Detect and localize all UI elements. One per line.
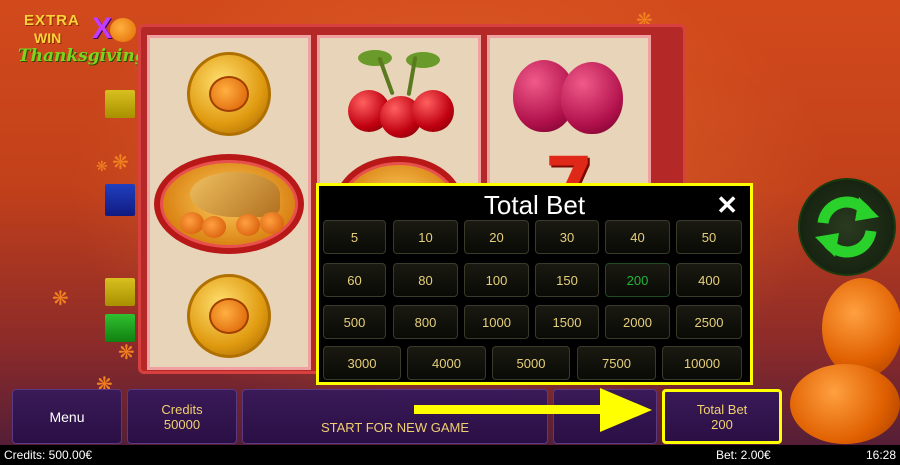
status-credits: Credits: 500.00€ xyxy=(4,448,93,462)
total-bet-label: Total Bet xyxy=(696,401,748,417)
bet-option[interactable]: 40 xyxy=(605,220,670,254)
bet-option[interactable]: 5 xyxy=(323,220,386,254)
bet-option[interactable]: 10 xyxy=(393,220,458,254)
logo-line3: Thanksgiving xyxy=(18,46,147,66)
pumpkin-decoration xyxy=(790,364,900,444)
line-indicator xyxy=(105,278,135,306)
maple-leaf-icon: ❋ xyxy=(118,342,135,364)
logo-pumpkin-icon xyxy=(110,18,136,42)
status-time: 16:28 xyxy=(865,448,896,462)
status-bet: Bet: 2.00€ xyxy=(716,448,771,462)
bet-option[interactable]: 1000 xyxy=(464,305,529,339)
cherry-symbol xyxy=(344,48,454,138)
bet-option[interactable]: 2000 xyxy=(605,305,670,339)
bet-option[interactable]: 50 xyxy=(676,220,742,254)
line-indicator xyxy=(105,184,135,216)
maple-leaf-icon: ❋ xyxy=(52,288,69,310)
bet-option[interactable]: 400 xyxy=(676,263,742,297)
reel-1 xyxy=(147,35,311,370)
bet-option-selected[interactable]: 200 xyxy=(605,263,670,297)
menu-button[interactable]: Menu xyxy=(12,389,122,444)
menu-label: Menu xyxy=(49,408,85,425)
pumpkin-coin-symbol xyxy=(187,274,271,358)
credits-button[interactable]: Credits 50000 xyxy=(127,389,237,444)
start-label: START FOR NEW GAME xyxy=(320,420,470,435)
logo-x: X xyxy=(92,12,113,45)
bet-option[interactable]: 10000 xyxy=(662,346,742,380)
bet-option[interactable]: 3000 xyxy=(323,346,401,380)
bet-option[interactable]: 20 xyxy=(464,220,529,254)
bet-option[interactable]: 60 xyxy=(323,263,386,297)
start-button[interactable]: START FOR NEW GAME xyxy=(242,389,548,444)
total-bet-value: 200 xyxy=(711,416,733,432)
close-icon[interactable]: ✕ xyxy=(716,190,738,221)
bet-option[interactable]: 2500 xyxy=(676,305,742,339)
status-bar: Credits: 500.00€ Bet: 2.00€ 16:28 xyxy=(0,445,900,465)
bet-option[interactable]: 800 xyxy=(393,305,458,339)
bet-option[interactable]: 30 xyxy=(535,220,599,254)
logo-line2: WIN xyxy=(34,30,62,46)
pumpkin-decoration xyxy=(822,278,900,378)
credits-value: 50000 xyxy=(163,416,201,432)
plum-symbol xyxy=(509,50,629,140)
cornucopia-symbol xyxy=(154,154,304,254)
credits-label: Credits xyxy=(161,401,203,417)
bet-option[interactable]: 4000 xyxy=(407,346,486,380)
game-logo: EXTRA WIN X Thanksgiving xyxy=(14,8,147,68)
line-indicator xyxy=(105,90,135,118)
logo-line1: EXTRA xyxy=(24,12,80,29)
spin-button[interactable] xyxy=(798,178,896,276)
line-indicator xyxy=(105,314,135,342)
bet-option[interactable]: 5000 xyxy=(492,346,570,380)
bet-option[interactable]: 100 xyxy=(464,263,529,297)
annotation-arrow xyxy=(414,405,624,414)
bet-option[interactable]: 500 xyxy=(323,305,386,339)
annotation-arrowhead xyxy=(600,388,652,432)
bet-option[interactable]: 150 xyxy=(535,263,599,297)
total-bet-button[interactable]: Total Bet 200 xyxy=(662,389,782,444)
maple-leaf-icon: ❋ xyxy=(96,158,108,174)
pumpkin-coin-symbol xyxy=(187,52,271,136)
bet-option[interactable]: 1500 xyxy=(535,305,599,339)
bet-option[interactable]: 80 xyxy=(393,263,458,297)
refresh-icon xyxy=(815,196,879,258)
bet-option[interactable]: 7500 xyxy=(577,346,656,380)
dialog-title: Total Bet xyxy=(483,190,586,220)
